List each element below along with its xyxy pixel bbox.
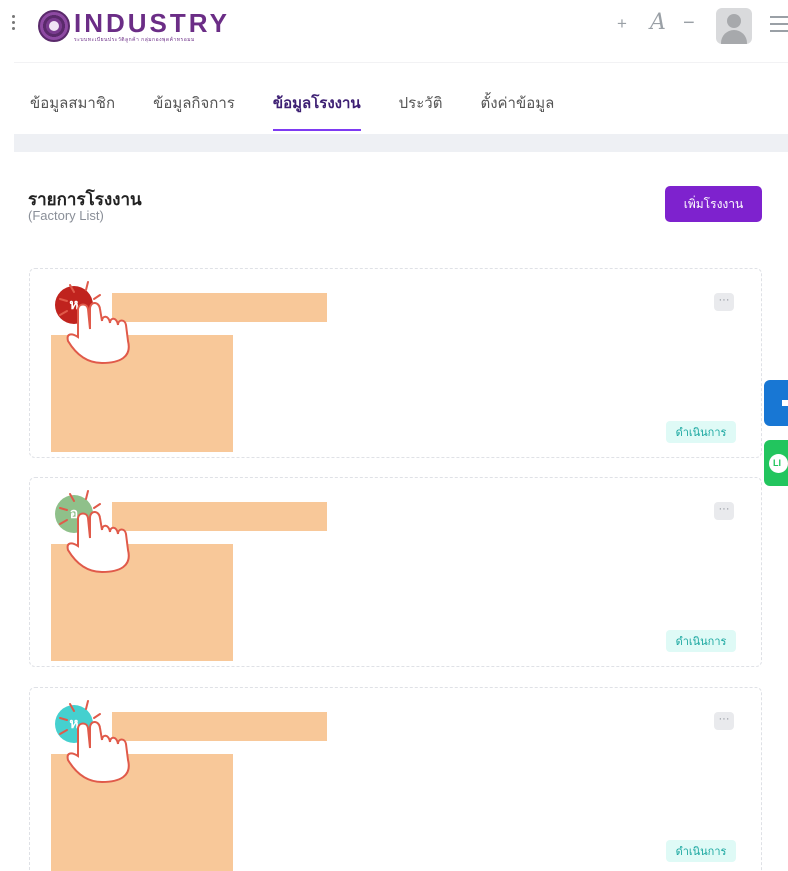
status-badge: ดำเนินการ — [666, 421, 736, 443]
factory-avatar: ห — [55, 705, 93, 743]
divider — [14, 134, 788, 152]
line-float-button[interactable]: LI — [764, 440, 788, 486]
line-icon: LI — [769, 454, 788, 473]
factory-card[interactable]: อ ··· ดำเนินการ — [29, 477, 762, 667]
section-subtitle: (Factory List) — [28, 208, 104, 223]
factory-name-redacted — [112, 712, 327, 741]
status-badge: ดำเนินการ — [666, 840, 736, 862]
font-size-icon: A — [650, 10, 666, 35]
font-increase-button[interactable]: + — [617, 14, 627, 34]
factory-card[interactable]: ห ··· ดำเนินการ — [29, 268, 762, 458]
factory-name-redacted — [112, 293, 327, 322]
factory-avatar: ห — [55, 286, 93, 324]
logo-seal-icon — [38, 10, 70, 42]
more-options-button[interactable]: ··· — [714, 712, 734, 730]
more-options-button[interactable]: ··· — [714, 293, 734, 311]
factory-name-redacted — [112, 502, 327, 531]
tab-settings[interactable]: ตั้งค่าข้อมูล — [480, 91, 554, 131]
tabs-container: ข้อมูลสมาชิก ข้อมูลกิจการ ข้อมูลโรงงาน ป… — [14, 62, 788, 134]
menu-dots-icon[interactable] — [8, 12, 18, 38]
tab-business-info[interactable]: ข้อมูลกิจการ — [153, 91, 235, 131]
factory-details-redacted — [51, 544, 233, 661]
add-factory-button[interactable]: เพิ่มโรงงาน — [665, 186, 762, 222]
facebook-icon — [782, 400, 788, 406]
hamburger-menu-icon[interactable] — [770, 16, 788, 37]
font-decrease-button[interactable]: − — [683, 12, 695, 35]
tab-member-info[interactable]: ข้อมูลสมาชิก — [30, 91, 115, 131]
status-badge: ดำเนินการ — [666, 630, 736, 652]
user-avatar[interactable] — [716, 8, 752, 44]
tab-factory-info[interactable]: ข้อมูลโรงงาน — [272, 91, 361, 131]
tab-list: ข้อมูลสมาชิก ข้อมูลกิจการ ข้อมูลโรงงาน ป… — [30, 91, 592, 131]
factory-card[interactable]: ห ··· ดำเนินการ — [29, 687, 762, 871]
factory-details-redacted — [51, 754, 233, 871]
factory-details-redacted — [51, 335, 233, 452]
facebook-float-button[interactable] — [764, 380, 788, 426]
app-logo[interactable]: INDUSTRY ระบบทะเบียนประวัติลูกค้า กลุ่มก… — [38, 6, 230, 46]
more-options-button[interactable]: ··· — [714, 502, 734, 520]
top-bar: INDUSTRY ระบบทะเบียนประวัติลูกค้า กลุ่มก… — [0, 0, 788, 58]
factory-avatar: อ — [55, 495, 93, 533]
tab-history[interactable]: ประวัติ — [399, 91, 443, 131]
logo-title: INDUSTRY — [74, 7, 230, 38]
